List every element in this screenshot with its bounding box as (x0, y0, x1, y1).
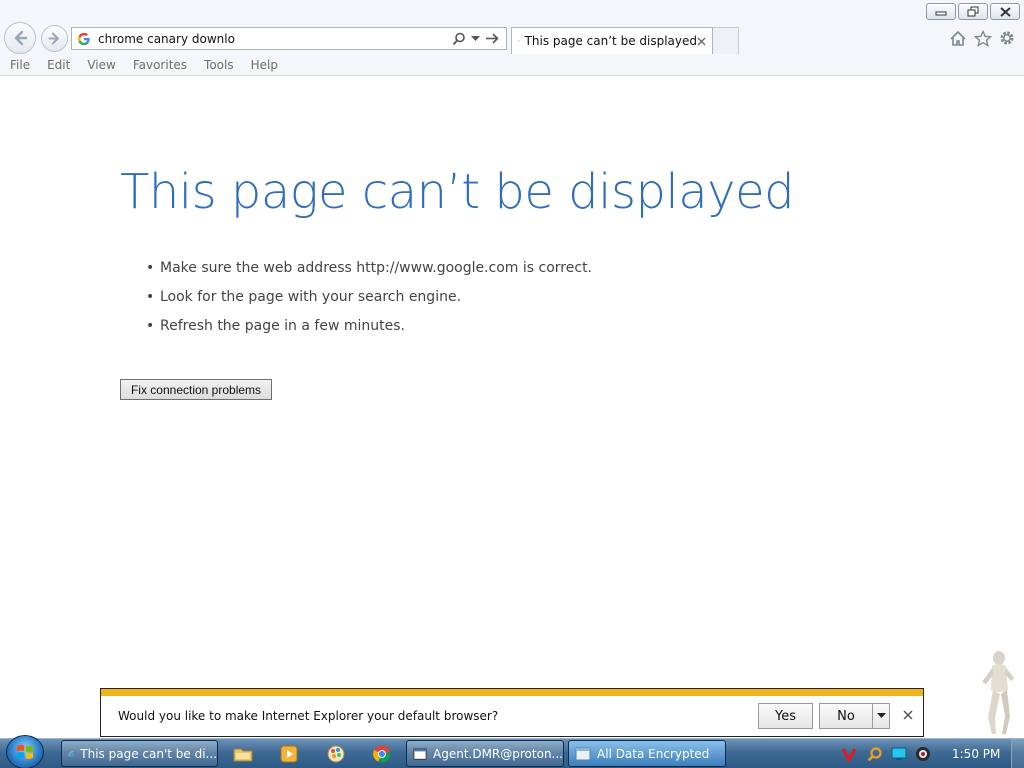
close-icon (999, 6, 1011, 17)
forward-arrow-icon (48, 32, 59, 45)
favorites-star-icon[interactable] (973, 28, 993, 48)
clock[interactable]: 1:50 PM (952, 747, 1000, 761)
fix-connection-button[interactable]: Fix connection problems (120, 379, 272, 400)
new-tab-button[interactable] (713, 27, 739, 54)
antivirus-tray-icon[interactable] (840, 745, 858, 763)
search-icon[interactable] (451, 31, 466, 46)
go-arrow-icon[interactable] (485, 31, 500, 46)
page-title: This page can’t be displayed (120, 164, 795, 220)
back-button[interactable] (4, 22, 36, 54)
list-item: • Look for the page with your search engi… (146, 289, 592, 318)
bullet: • (146, 318, 155, 334)
dropdown-arrow-icon[interactable] (468, 31, 483, 46)
desktop-mascot-figure (982, 651, 1014, 734)
taskbar-window-ie[interactable]: This page can't be di... (61, 740, 218, 767)
close-window-button[interactable] (990, 3, 1020, 20)
tip-text: Make sure the web address http://www.goo… (160, 260, 593, 276)
google-g-icon (77, 32, 90, 45)
tip-text: Refresh the page in a few minutes. (160, 318, 405, 334)
tips-list: • Make sure the web address http://www.go… (146, 260, 592, 347)
menu-help[interactable]: Help (245, 58, 284, 72)
forward-button[interactable] (41, 25, 68, 52)
search-tray-icon[interactable] (866, 745, 884, 763)
webcam-tray-icon[interactable] (914, 745, 932, 763)
taskbar: This page can't be di... Agent.DMR@proto… (0, 735, 1024, 768)
tools-gear-icon[interactable] (997, 28, 1017, 48)
restore-icon (967, 6, 979, 17)
page-content: This page can’t be displayed • Make sure … (0, 76, 1024, 738)
bullet: • (146, 289, 155, 305)
tab-title: This page can’t be displayed (524, 34, 697, 48)
paint-icon[interactable] (324, 742, 348, 766)
chevron-down-icon (876, 713, 886, 718)
ie-icon (68, 750, 75, 757)
minimize-icon (935, 11, 947, 15)
tab-close-icon[interactable] (697, 34, 706, 48)
taskbar-window-agent[interactable]: Agent.DMR@proton... (406, 740, 564, 767)
address-input[interactable]: chrome canary downlo (98, 32, 451, 46)
menu-favorites[interactable]: Favorites (127, 58, 193, 72)
restore-button[interactable] (958, 3, 988, 20)
default-browser-notification: Would you like to make Internet Explorer… (100, 688, 924, 737)
taskbar-window-label: All Data Encrypted (597, 746, 710, 761)
window-icon (575, 747, 591, 760)
home-icon[interactable] (948, 28, 968, 48)
tip-text: Look for the page with your search engin… (160, 289, 462, 305)
menu-edit[interactable]: Edit (41, 58, 76, 72)
notification-stripe (101, 689, 923, 696)
back-arrow-icon (14, 30, 28, 46)
windows-logo-icon (17, 744, 33, 759)
menu-bar: File Edit View Favorites Tools Help (0, 55, 1024, 76)
taskbar-window-encrypted[interactable]: All Data Encrypted (568, 740, 726, 767)
no-options-dropdown[interactable] (873, 703, 890, 729)
address-bar[interactable]: chrome canary downlo (71, 27, 507, 50)
show-desktop-button[interactable] (1011, 739, 1024, 768)
window-icon (413, 747, 427, 760)
menu-file[interactable]: File (4, 58, 36, 72)
google-g-icon (518, 40, 520, 42)
media-player-icon[interactable] (277, 742, 301, 766)
list-item: • Make sure the web address http://www.go… (146, 260, 592, 289)
explorer-icon[interactable] (231, 742, 255, 766)
taskbar-window-label: This page can't be di... (80, 746, 217, 761)
list-item: • Refresh the page in a few minutes. (146, 318, 592, 347)
notification-message: Would you like to make Internet Explorer… (118, 709, 499, 723)
no-button[interactable]: No (819, 703, 873, 729)
browser-top-bar: chrome canary downlo This page can’t be … (0, 0, 1024, 55)
minimize-button[interactable] (926, 3, 956, 20)
yes-button[interactable]: Yes (758, 703, 813, 729)
menu-tools[interactable]: Tools (198, 58, 240, 72)
taskbar-window-label: Agent.DMR@proton... (433, 746, 563, 761)
menu-view[interactable]: View (81, 58, 121, 72)
notification-close-icon[interactable] (902, 709, 914, 721)
bullet: • (146, 260, 155, 276)
tab-active[interactable]: This page can’t be displayed (511, 27, 713, 54)
chrome-icon[interactable] (370, 742, 394, 766)
display-tray-icon[interactable] (890, 745, 908, 763)
start-button[interactable] (6, 735, 44, 768)
